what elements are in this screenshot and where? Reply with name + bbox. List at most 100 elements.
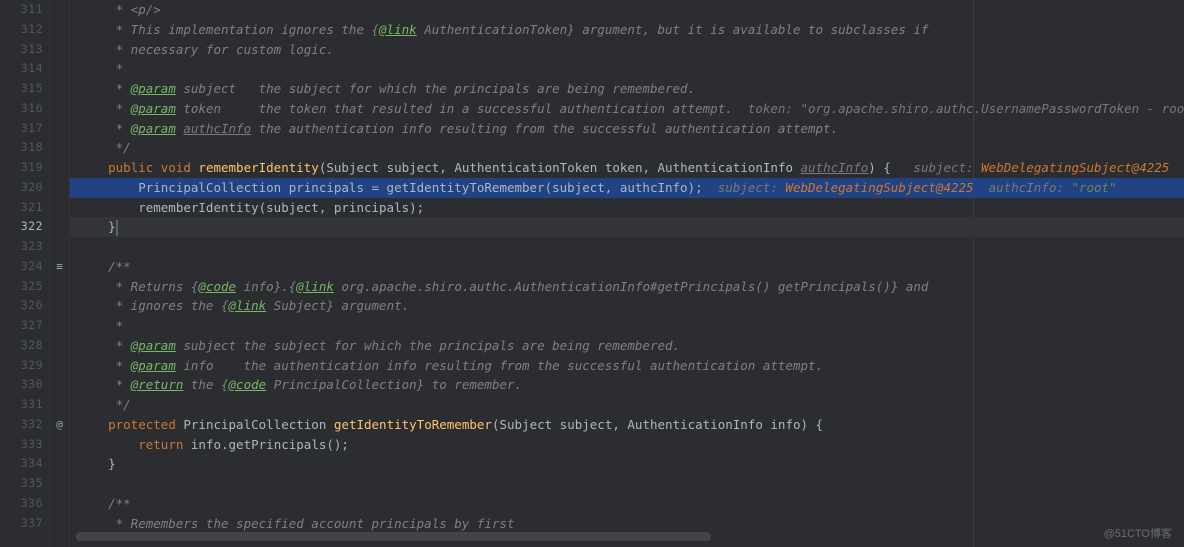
code-token: @link [379, 22, 417, 37]
code-token: @return [131, 377, 184, 392]
code-line[interactable]: */ [70, 138, 1184, 158]
code-area[interactable]: * <p/> * This implementation ignores the… [70, 0, 1184, 547]
code-token: Subject} argument. [266, 298, 409, 313]
code-line[interactable]: * @return the {@code PrincipalCollection… [70, 375, 1184, 395]
gutter-markers[interactable]: ≡@ [50, 0, 70, 547]
code-editor[interactable]: 3113123133143153163173183193203213223233… [0, 0, 1184, 547]
line-number[interactable]: 312 [0, 20, 43, 40]
code-line[interactable]: * [70, 316, 1184, 336]
line-number[interactable]: 330 [0, 375, 43, 395]
code-token: PrincipalCollection [183, 417, 334, 432]
line-number[interactable]: 335 [0, 474, 43, 494]
code-line[interactable]: * Returns {@code info}.{@link org.apache… [70, 277, 1184, 297]
line-number[interactable]: 323 [0, 237, 43, 257]
gutter-marker [50, 395, 69, 415]
code-line[interactable]: return info.getPrincipals(); [70, 435, 1184, 455]
code-token [78, 160, 108, 175]
line-number[interactable]: 328 [0, 336, 43, 356]
line-number[interactable]: 325 [0, 277, 43, 297]
code-token: info}.{ [236, 279, 296, 294]
gutter-marker [50, 435, 69, 455]
line-number[interactable]: 334 [0, 454, 43, 474]
code-token: subject the subject for which the princi… [176, 81, 695, 96]
code-token: rememberIdentity(subject, principals); [78, 200, 424, 215]
code-line[interactable]: * @param info the authentication info re… [70, 356, 1184, 376]
gutter-marker: ≡ [50, 257, 69, 277]
line-number[interactable]: 319 [0, 158, 43, 178]
code-token: AuthenticationToken} argument, but it is… [417, 22, 929, 37]
line-number[interactable]: 321 [0, 198, 43, 218]
code-token: info.getPrincipals(); [191, 437, 349, 452]
text-cursor [116, 220, 118, 236]
code-token: @param [131, 338, 176, 353]
code-token: , AuthenticationInfo [642, 160, 800, 175]
line-number-gutter[interactable]: 3113123133143153163173183193203213223233… [0, 0, 50, 547]
code-line[interactable]: * Remembers the specified account princi… [70, 514, 1184, 534]
gutter-marker [50, 40, 69, 60]
code-line[interactable]: rememberIdentity(subject, principals); [70, 198, 1184, 218]
line-number[interactable]: 314 [0, 59, 43, 79]
line-number[interactable]: 332 [0, 415, 43, 435]
code-token: subject [560, 417, 613, 432]
gutter-marker [50, 514, 69, 534]
line-number[interactable]: 336 [0, 494, 43, 514]
line-number[interactable]: 322 [0, 217, 43, 237]
code-line[interactable] [70, 237, 1184, 257]
code-token [78, 437, 138, 452]
line-number[interactable]: 318 [0, 138, 43, 158]
gutter-marker [50, 99, 69, 119]
gutter-marker [50, 178, 69, 198]
code-token: @link [229, 298, 267, 313]
gutter-marker [50, 138, 69, 158]
code-line[interactable]: PrincipalCollection principals = getIden… [70, 178, 1184, 198]
code-token: @code [229, 377, 267, 392]
line-number[interactable]: 316 [0, 99, 43, 119]
line-number[interactable]: 315 [0, 79, 43, 99]
code-line[interactable]: protected PrincipalCollection getIdentit… [70, 415, 1184, 435]
code-token: * <p/> [78, 2, 161, 17]
code-token: WebDelegatingSubject@4225 [981, 160, 1169, 175]
gutter-marker: @ [50, 415, 69, 435]
horizontal-scrollbar[interactable] [76, 532, 711, 541]
line-number[interactable]: 313 [0, 40, 43, 60]
code-line[interactable]: * necessary for custom logic. [70, 40, 1184, 60]
gutter-marker [50, 79, 69, 99]
code-token: @param [131, 101, 176, 116]
code-line[interactable]: * This implementation ignores the {@link… [70, 20, 1184, 40]
code-token: * [78, 61, 123, 76]
code-token: */ [78, 140, 131, 155]
code-token: subject: [718, 180, 786, 195]
code-line[interactable]: * ignores the {@link Subject} argument. [70, 296, 1184, 316]
line-number[interactable]: 329 [0, 356, 43, 376]
code-token: /** [78, 496, 131, 511]
code-token: subject: [913, 160, 981, 175]
gutter-marker [50, 316, 69, 336]
code-line[interactable]: } [70, 217, 1184, 237]
line-number[interactable]: 331 [0, 395, 43, 415]
code-line[interactable] [70, 474, 1184, 494]
line-number[interactable]: 311 [0, 0, 43, 20]
code-line[interactable]: * @param subject the subject for which t… [70, 336, 1184, 356]
code-line[interactable]: } [70, 454, 1184, 474]
code-line[interactable]: * [70, 59, 1184, 79]
line-number[interactable]: 320 [0, 178, 43, 198]
code-line[interactable]: * @param subject the subject for which t… [70, 79, 1184, 99]
code-line[interactable]: * <p/> [70, 0, 1184, 20]
line-number[interactable]: 326 [0, 296, 43, 316]
code-line[interactable]: * @param authcInfo the authentication in… [70, 119, 1184, 139]
line-number[interactable]: 324 [0, 257, 43, 277]
line-number[interactable]: 337 [0, 514, 43, 534]
code-token: @param [131, 358, 176, 373]
code-line[interactable]: public void rememberIdentity(Subject sub… [70, 158, 1184, 178]
code-line[interactable]: /** [70, 494, 1184, 514]
line-number[interactable]: 317 [0, 119, 43, 139]
code-token: * [78, 318, 123, 333]
code-token: } [78, 456, 116, 471]
code-line[interactable]: /** [70, 257, 1184, 277]
line-number[interactable]: 327 [0, 316, 43, 336]
line-number[interactable]: 333 [0, 435, 43, 455]
code-token: the authentication info resulting from t… [251, 121, 838, 136]
code-token: the { [183, 377, 228, 392]
code-line[interactable]: */ [70, 395, 1184, 415]
code-line[interactable]: * @param token the token that resulted i… [70, 99, 1184, 119]
